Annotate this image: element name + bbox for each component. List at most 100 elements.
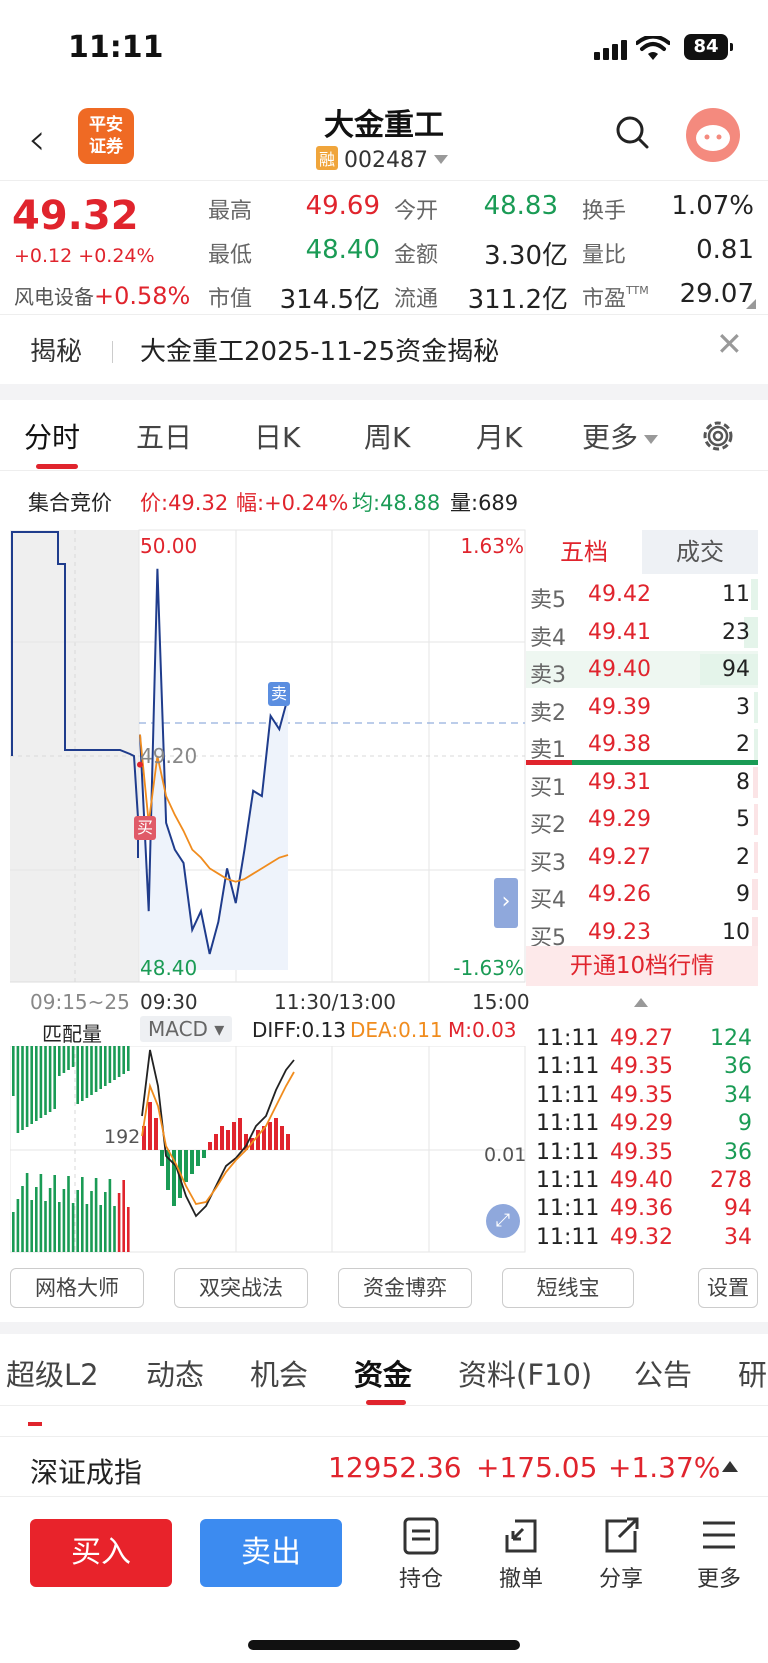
match-bar-top xyxy=(48,1046,52,1112)
sell-button[interactable]: 卖出 xyxy=(200,1519,342,1587)
share-icon xyxy=(605,1517,639,1553)
tab-research[interactable]: 研 xyxy=(738,1352,767,1394)
level-volume: 5 xyxy=(736,807,750,832)
tab-five-day[interactable]: 五日 xyxy=(136,416,192,456)
tab-f10[interactable]: 资料(F10) xyxy=(458,1352,592,1394)
match-bar-top xyxy=(122,1046,125,1074)
volume-bar xyxy=(754,804,758,835)
auction-label: 集合竞价 xyxy=(28,491,112,515)
match-volume-label: 匹配量 xyxy=(42,1022,102,1046)
bid-row[interactable]: 买1 49.31 8 xyxy=(526,764,758,801)
sector-info[interactable]: 风电设备+0.58% xyxy=(14,281,190,310)
bid-row[interactable]: 买5 49.23 10 xyxy=(526,914,758,951)
level-price: 49.23 xyxy=(588,919,651,945)
turnover-value: 1.07% xyxy=(671,191,754,221)
fund-reveal-banner[interactable]: 揭秘 大金重工2025-11-25资金揭秘 ✕ xyxy=(0,314,768,384)
ask-row[interactable]: 卖4 49.41 23 xyxy=(526,614,758,651)
cancel-order-button[interactable]: 撤单 xyxy=(486,1517,556,1593)
tab-announcement[interactable]: 公告 xyxy=(634,1352,692,1394)
status-bar: 11:11 84 xyxy=(0,0,768,96)
corner-expand-icon[interactable] xyxy=(746,299,756,309)
match-bar-top xyxy=(71,1046,75,1067)
ask-row[interactable]: 卖1 49.38 2 xyxy=(526,726,758,763)
index-ticker[interactable]: 深证成指 12952.36 +175.05 +1.37% xyxy=(0,1436,768,1496)
buy-marker[interactable]: 买 xyxy=(134,816,156,840)
trade-row: 11:11 49.35 34 xyxy=(536,1082,752,1108)
assistant-avatar[interactable] xyxy=(686,108,740,162)
bid-row[interactable]: 买2 49.29 5 xyxy=(526,801,758,838)
close-icon[interactable]: ✕ xyxy=(716,325,743,363)
time-label-close: 15:00 xyxy=(472,990,530,1014)
match-bar-top xyxy=(90,1046,93,1095)
match-bar-top xyxy=(76,1046,79,1104)
tool-double-breakout[interactable]: 双突战法 xyxy=(174,1268,308,1308)
level-name: 卖4 xyxy=(530,625,566,651)
bid-row[interactable]: 买4 49.26 9 xyxy=(526,876,758,913)
ask-row[interactable]: 卖5 49.42 11 xyxy=(526,576,758,613)
tool-fund-game[interactable]: 资金博弈 xyxy=(338,1268,472,1308)
stock-code-selector[interactable]: 融 002487 xyxy=(316,146,448,173)
open-10-levels-button[interactable]: 开通10档行情 xyxy=(526,946,758,986)
macd-histogram-bar xyxy=(238,1118,242,1150)
share-button[interactable]: 分享 xyxy=(586,1517,656,1593)
fullscreen-icon[interactable]: ⤢ xyxy=(486,1204,520,1238)
tab-more[interactable]: 更多 xyxy=(582,416,659,456)
home-indicator xyxy=(248,1640,520,1650)
tab-daily-k[interactable]: 日K xyxy=(254,416,300,456)
match-bar-top xyxy=(53,1046,56,1109)
tab-super-l2[interactable]: 超级L2 xyxy=(6,1352,99,1394)
open-value: 48.83 xyxy=(483,191,558,221)
bottom-action-bar: 买入 卖出 持仓 撤单 分享 更多 xyxy=(0,1496,768,1616)
indicator-selector[interactable]: MACD ▾ xyxy=(140,1016,233,1042)
level-name: 买4 xyxy=(530,888,566,913)
level-price: 49.42 xyxy=(588,582,651,607)
macd-chart[interactable]: 192 0.01 ⤢ xyxy=(9,1045,526,1254)
chevron-up-icon[interactable] xyxy=(634,998,648,1007)
tool-grid-master[interactable]: 网格大师 xyxy=(10,1268,144,1308)
buy-button[interactable]: 买入 xyxy=(30,1519,172,1587)
level-price: 49.27 xyxy=(588,844,651,870)
search-icon[interactable] xyxy=(614,114,650,150)
intraday-chart-svg xyxy=(10,529,526,983)
pct-label-top: 1.63% xyxy=(460,534,524,558)
match-bar-bottom xyxy=(76,1190,79,1252)
match-bar-bottom xyxy=(44,1201,47,1252)
position-button[interactable]: 持仓 xyxy=(386,1517,456,1593)
match-bar-top xyxy=(94,1046,98,1092)
stock-title[interactable]: 大金重工 xyxy=(0,100,768,144)
bid-row[interactable]: 买3 49.27 2 xyxy=(526,839,758,876)
y-label-mid: 49.20 xyxy=(140,744,198,768)
expand-panel-button[interactable]: › xyxy=(494,878,518,928)
price-change: +0.12 +0.24% xyxy=(14,245,155,267)
tab-opportunity[interactable]: 机会 xyxy=(250,1352,308,1394)
tab-monthly-k[interactable]: 月K xyxy=(476,416,522,456)
chat-bubble-icon xyxy=(696,125,730,151)
chevron-up-icon[interactable] xyxy=(722,1461,738,1472)
macd-diff: DIFF:0.13 xyxy=(252,1018,347,1042)
tab-weekly-k[interactable]: 周K xyxy=(364,416,410,456)
amount-label: 金额 xyxy=(394,243,439,268)
tab-intraday[interactable]: 分时 xyxy=(24,416,80,469)
match-bar-top xyxy=(44,1046,47,1115)
volume-bar xyxy=(754,691,758,723)
more-button[interactable]: 更多 xyxy=(684,1517,754,1593)
volume-bar xyxy=(752,879,758,910)
ask-row[interactable]: 卖2 49.39 3 xyxy=(526,689,758,726)
ask-row[interactable]: 卖3 49.40 94 xyxy=(526,651,758,688)
tool-short-term[interactable]: 短线宝 xyxy=(502,1268,634,1308)
match-bar-bottom xyxy=(67,1176,70,1252)
quote-panel: 49.32 +0.12 +0.24% 风电设备+0.58% 最高 49.69 最… xyxy=(0,180,768,315)
level-name: 买1 xyxy=(530,775,566,801)
tab-fund[interactable]: 资金 xyxy=(354,1352,412,1405)
tab-five-levels[interactable]: 五档 xyxy=(526,530,642,574)
gear-icon[interactable] xyxy=(700,418,736,454)
tab-news[interactable]: 动态 xyxy=(146,1352,204,1394)
tab-trades[interactable]: 成交 xyxy=(642,530,758,574)
tool-settings[interactable]: 设置 xyxy=(698,1268,758,1308)
low-label: 最低 xyxy=(208,243,253,268)
match-bar-bottom xyxy=(104,1192,107,1252)
intraday-chart[interactable]: 50.00 49.20 48.40 1.63% -1.63% 买 卖 › xyxy=(10,528,526,1014)
volume-bar xyxy=(752,766,758,798)
match-bar-bottom xyxy=(71,1203,75,1252)
sell-marker[interactable]: 卖 xyxy=(268,682,290,706)
